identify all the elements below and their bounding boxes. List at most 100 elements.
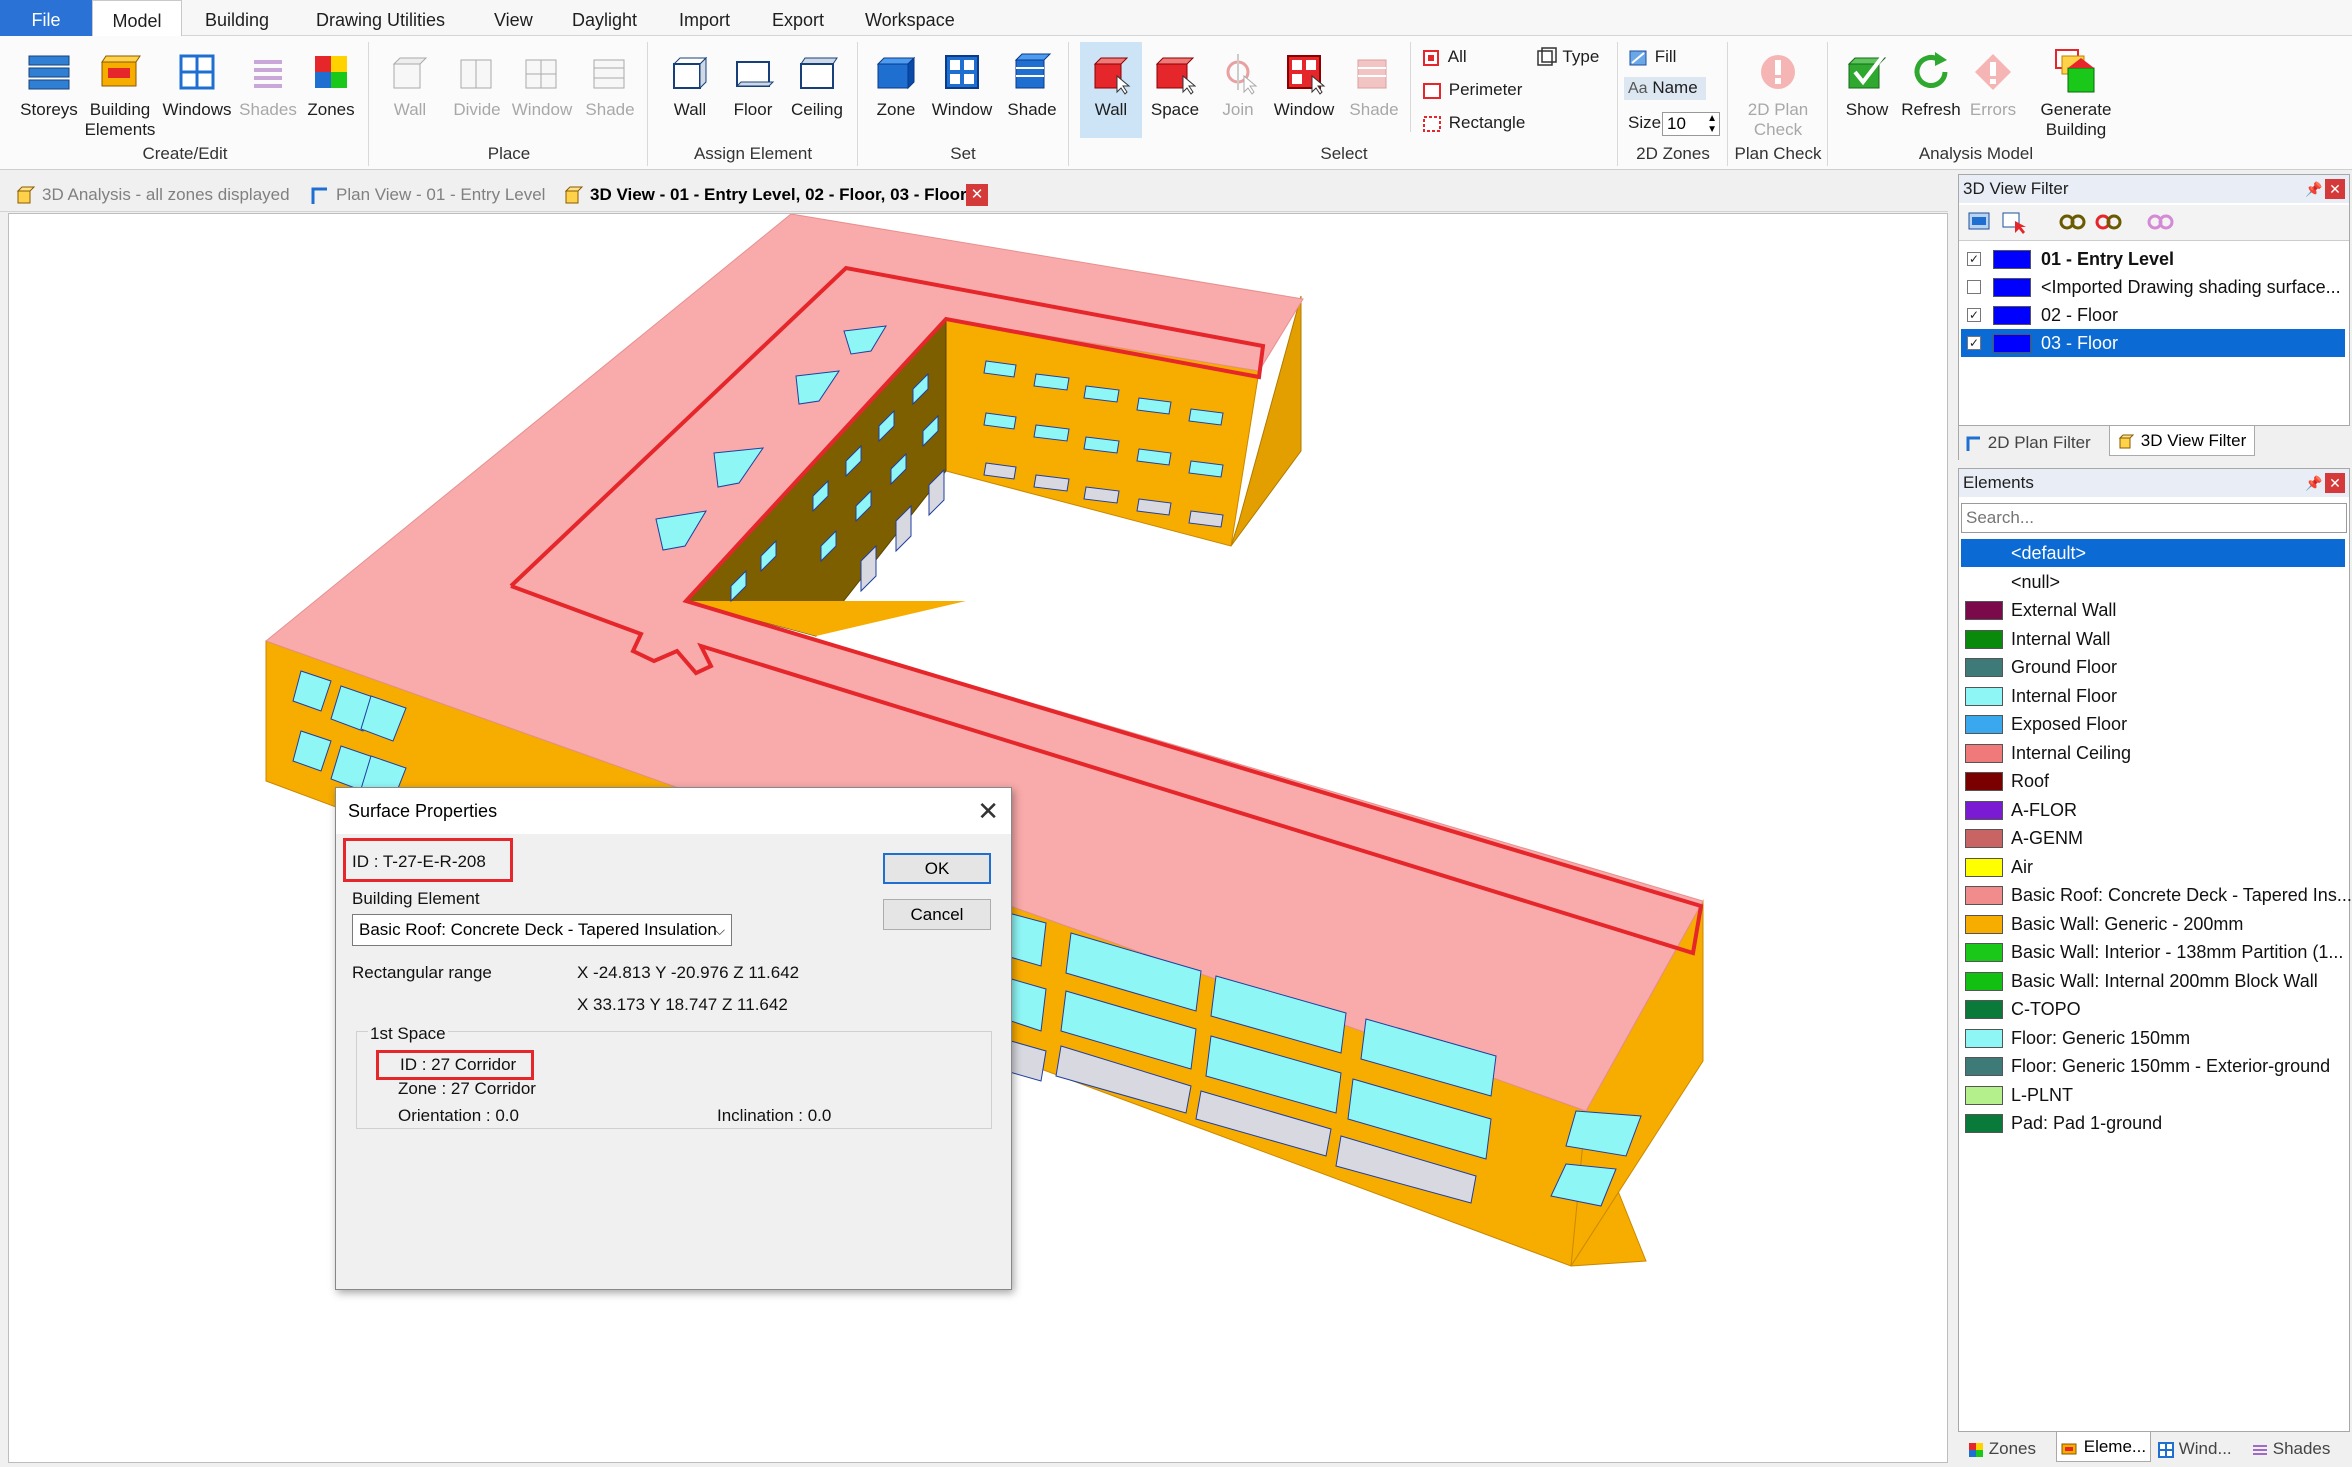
select-all-button[interactable]: All (1422, 46, 1467, 69)
select-type-button[interactable]: Type (1536, 46, 1599, 69)
spinner-arrows-icon[interactable]: ▲ ▼ (1707, 113, 1717, 135)
tab-elements[interactable]: Eleme... (2056, 1432, 2152, 1462)
set-shade-button[interactable]: Shade (1000, 50, 1064, 120)
dialog-close-icon[interactable]: ✕ (977, 796, 999, 827)
element-item[interactable]: Basic Wall: Interior - 138mm Partition (… (1961, 938, 2345, 966)
select-window-button[interactable]: Window (1268, 50, 1340, 120)
filter-rings-color-icon[interactable] (2095, 211, 2123, 233)
refresh-button[interactable]: Refresh (1898, 50, 1964, 120)
element-item[interactable]: Internal Ceiling (1961, 739, 2345, 767)
errors-button[interactable]: Errors (1962, 50, 2024, 120)
ok-button[interactable]: OK (883, 853, 991, 884)
join-label: Join (1222, 100, 1254, 119)
menu-building[interactable]: Building (205, 0, 269, 36)
checkbox[interactable]: ✓ (1967, 252, 1981, 266)
divide-button[interactable]: Divide (444, 50, 510, 120)
menu-daylight[interactable]: Daylight (572, 0, 637, 36)
close-panel-icon[interactable]: ✕ (2325, 473, 2345, 493)
tab-3d-view-filter[interactable]: 3D View Filter (2109, 426, 2256, 456)
assign-wall-button[interactable]: Wall (658, 50, 722, 120)
set-zone-button[interactable]: Zone (866, 50, 926, 120)
checkbox[interactable] (1967, 280, 1981, 294)
color-swatch (1965, 601, 2003, 620)
element-item[interactable]: Air (1961, 853, 2345, 881)
pin-icon[interactable]: 📌 (2305, 181, 2322, 198)
tab-2d-plan-filter[interactable]: 2D Plan Filter (1965, 428, 2091, 458)
tab-plan-view[interactable]: Plan View - 01 - Entry Level (310, 180, 545, 210)
element-item[interactable]: A-FLOR (1961, 796, 2345, 824)
element-item[interactable]: Roof (1961, 767, 2345, 795)
pin-icon[interactable]: 📌 (2305, 475, 2322, 492)
tab-3d-analysis[interactable]: 3D Analysis - all zones displayed (16, 180, 290, 210)
menu-drawing-utilities[interactable]: Drawing Utilities (316, 0, 445, 36)
place-shade-button[interactable]: Shade (578, 50, 642, 120)
menu-file[interactable]: File (0, 0, 92, 36)
show-button[interactable]: Show (1838, 50, 1896, 120)
shades-button[interactable]: Shades (236, 50, 300, 120)
storey-item[interactable]: <Imported Drawing shading surface... (1961, 273, 2345, 301)
element-item[interactable]: Internal Floor (1961, 682, 2345, 710)
size-spinner[interactable]: 10 ▲ ▼ (1662, 112, 1720, 136)
menu-import[interactable]: Import (679, 0, 730, 36)
tab-zones[interactable]: Zones (1968, 1434, 2036, 1464)
generate-building-button[interactable]: Generate Building (2032, 46, 2120, 140)
menu-view[interactable]: View (494, 0, 533, 36)
assign-ceiling-button[interactable]: Ceiling (782, 50, 852, 120)
select-space-button[interactable]: Space (1146, 50, 1204, 120)
color-swatch (1965, 914, 2003, 934)
place-wall-button[interactable]: Wall (380, 50, 440, 120)
element-item[interactable]: A-GENM (1961, 824, 2345, 852)
building-elements-button[interactable]: Building Elements (84, 50, 156, 140)
set-window-button[interactable]: Window (926, 50, 998, 120)
building-element-select[interactable]: Basic Roof: Concrete Deck - Tapered Insu… (352, 914, 732, 946)
select-shade-button[interactable]: Shade (1342, 50, 1406, 120)
storeys-button[interactable]: Storeys (16, 50, 82, 120)
filter-rings-pink-icon[interactable] (2147, 211, 2175, 233)
perimeter-button[interactable]: Perimeter (1422, 79, 1522, 102)
elements-search-input[interactable] (1961, 503, 2347, 533)
element-item[interactable]: Basic Wall: Internal 200mm Block Wall (1961, 967, 2345, 995)
cancel-button[interactable]: Cancel (883, 899, 991, 930)
element-item[interactable]: Basic Roof: Concrete Deck - Tapered Ins.… (1961, 881, 2352, 909)
select-wall-button[interactable]: Wall (1080, 42, 1142, 138)
checkbox[interactable]: ✓ (1967, 308, 1981, 322)
element-item[interactable]: C-TOPO (1961, 995, 2345, 1023)
tab-shades[interactable]: Shades (2252, 1434, 2330, 1464)
element-item[interactable]: Floor: Generic 150mm (1961, 1024, 2345, 1052)
element-item[interactable]: <default> (1961, 539, 2345, 567)
zones-button[interactable]: Zones (302, 50, 360, 120)
join-button[interactable]: Join (1210, 50, 1266, 120)
rectangle-button[interactable]: Rectangle (1422, 112, 1525, 135)
assign-floor-button[interactable]: Floor (722, 50, 784, 120)
element-item[interactable]: Floor: Generic 150mm - Exterior-ground (1961, 1052, 2345, 1080)
element-item[interactable]: Pad: Pad 1-ground (1961, 1109, 2345, 1137)
menu-model[interactable]: Model (92, 0, 182, 37)
menu-workspace[interactable]: Workspace (865, 0, 955, 36)
place-window-button[interactable]: Window (508, 50, 576, 120)
menu-export[interactable]: Export (772, 0, 824, 36)
2d-plan-check-button[interactable]: 2D Plan Check (1736, 50, 1820, 140)
element-item[interactable]: Basic Wall: Generic - 200mm (1961, 910, 2345, 938)
storey-item[interactable]: ✓ 03 - Floor (1961, 329, 2345, 357)
element-item[interactable]: L-PLNT (1961, 1081, 2345, 1109)
element-item[interactable]: <null> (1961, 568, 2345, 596)
fill-button[interactable]: Fill (1628, 46, 1676, 69)
name-toggle-button[interactable]: Aa Name (1624, 77, 1706, 100)
filter-deselect-icon[interactable] (2001, 209, 2027, 235)
element-item[interactable]: External Wall (1961, 596, 2345, 624)
filter-rings-icon[interactable] (2059, 211, 2087, 233)
tab-windows[interactable]: Wind... (2158, 1434, 2232, 1464)
place-shade-label: Shade (585, 100, 635, 119)
filter-select-icon[interactable] (1967, 209, 1993, 235)
close-panel-icon[interactable]: ✕ (2325, 179, 2345, 199)
element-label: Internal Ceiling (2011, 742, 2132, 763)
element-item[interactable]: Ground Floor (1961, 653, 2345, 681)
storey-item[interactable]: ✓ 01 - Entry Level (1961, 245, 2345, 273)
checkbox[interactable]: ✓ (1967, 336, 1981, 350)
close-tab-icon[interactable]: ✕ (966, 184, 988, 206)
element-item[interactable]: Exposed Floor (1961, 710, 2345, 738)
windows-button[interactable]: Windows (158, 50, 236, 120)
storey-item[interactable]: ✓ 02 - Floor (1961, 301, 2345, 329)
element-item[interactable]: Internal Wall (1961, 625, 2345, 653)
tab-3d-view[interactable]: 3D View - 01 - Entry Level, 02 - Floor, … (564, 180, 967, 210)
